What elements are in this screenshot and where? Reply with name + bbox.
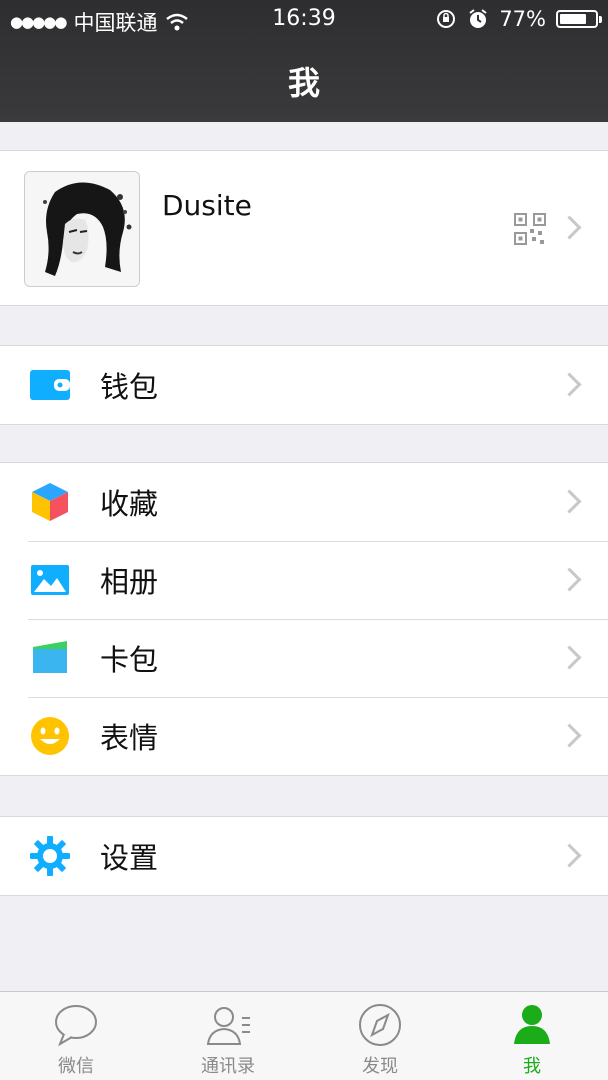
menu-item-album[interactable]: 相册 [0, 541, 608, 619]
status-bar: ●●●●● 中国联通 16:39 77% [0, 0, 608, 40]
contacts-icon [206, 1007, 250, 1045]
alarm-icon [469, 9, 487, 28]
tab-bar: 微信 通讯录 发现 我 [0, 991, 608, 1080]
avatar[interactable] [24, 171, 140, 287]
tab-me[interactable]: 我 [456, 992, 608, 1080]
menu-item-cards[interactable]: 卡包 [0, 619, 608, 697]
menu-label-favorites: 收藏 [100, 487, 159, 521]
menu-label-cards: 卡包 [100, 643, 159, 677]
chat-icon [55, 1005, 97, 1047]
chevron-right-icon [557, 723, 582, 748]
tab-label: 通讯录 [201, 1056, 255, 1077]
menu-item-wallet[interactable]: 钱包 [0, 346, 608, 424]
battery-percent: 77% [499, 7, 546, 31]
chevron-right-icon [557, 215, 582, 240]
menu-label-settings: 设置 [100, 841, 159, 875]
favorites-cube-icon [28, 480, 72, 524]
chevron-right-icon [557, 489, 582, 514]
gear-icon [28, 834, 72, 878]
tab-label: 微信 [58, 1056, 94, 1077]
menu-item-settings[interactable]: 设置 [0, 817, 608, 895]
menu-item-favorites[interactable]: 收藏 [0, 463, 608, 541]
chevron-right-icon [557, 645, 582, 670]
album-icon [28, 558, 72, 602]
smiley-icon [28, 714, 72, 758]
battery-icon [556, 10, 602, 28]
rotation-lock-icon [437, 10, 456, 28]
features-group: 收藏 相册 卡包 表情 [0, 462, 608, 776]
menu-item-stickers[interactable]: 表情 [0, 697, 608, 775]
page-title: 我 [287, 64, 320, 102]
me-icon [514, 1005, 550, 1044]
chevron-right-icon [557, 843, 582, 868]
tab-chats[interactable]: 微信 [0, 992, 152, 1080]
compass-icon [359, 1004, 401, 1046]
wallet-icon [28, 363, 72, 407]
settings-group: 设置 [0, 816, 608, 896]
card-pack-icon [28, 636, 72, 680]
menu-label-album: 相册 [100, 565, 159, 599]
menu-label-wallet: 钱包 [100, 370, 159, 404]
tab-label: 我 [523, 1056, 541, 1077]
menu-label-stickers: 表情 [100, 721, 159, 755]
tab-contacts[interactable]: 通讯录 [152, 992, 304, 1080]
chevron-right-icon [557, 372, 582, 397]
chevron-right-icon [557, 567, 582, 592]
wallet-group: 钱包 [0, 345, 608, 425]
tab-discover[interactable]: 发现 [304, 992, 456, 1080]
profile-card[interactable]: Dusite [0, 150, 608, 306]
profile-name: Dusite [162, 189, 252, 222]
qr-code-icon[interactable] [514, 213, 546, 245]
tab-label: 发现 [362, 1056, 398, 1077]
top-bar: ●●●●● 中国联通 16:39 77% 我 [0, 0, 608, 122]
